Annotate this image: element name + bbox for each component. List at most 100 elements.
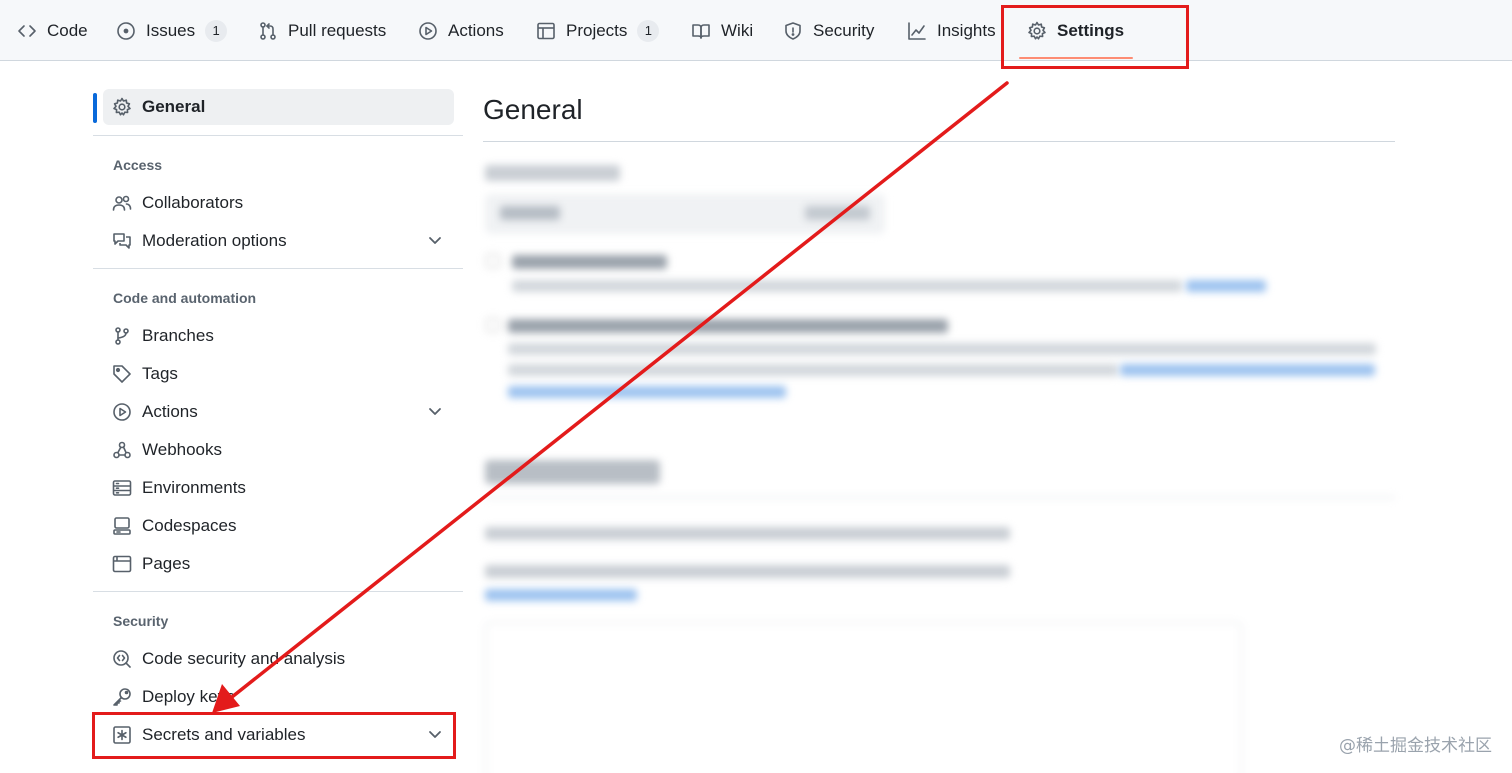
blurred-text [512,255,667,269]
tab-security[interactable]: Security [783,0,874,61]
tab-label: Security [813,20,875,40]
sidebar-item-tags[interactable]: Tags [103,356,454,392]
tab-label: Projects [566,20,628,40]
projects-count-badge: 1 [637,19,660,42]
blurred-text [508,319,948,333]
play-icon [112,402,132,422]
tab-label: Code [47,20,88,40]
tab-label: Actions [448,20,504,40]
blurred-checkbox [486,254,500,268]
sidebar-item-secrets-and-variables[interactable]: Secrets and variables [103,717,454,753]
blurred-preview-box [485,622,1242,773]
chevron-down-icon[interactable] [426,725,444,743]
codescan-icon [112,649,132,669]
tab-label: Pull requests [288,20,387,40]
blurred-rule [485,497,1395,498]
blurred-text [508,364,1118,376]
sidebar-item-label: Moderation options [142,231,287,250]
watermark: @稀土掘金技术社区 [1339,736,1492,756]
tab-settings[interactable]: Settings [1027,0,1124,61]
sidebar-item-label: Pages [142,554,191,573]
gear-icon [1027,21,1047,41]
blurred-link [1186,280,1266,292]
book-icon [691,21,711,41]
title-divider [483,141,1395,142]
sidebar-item-label: Branches [142,326,214,345]
table-icon [536,21,556,41]
blurred-link [1120,364,1375,376]
people-icon [112,193,132,213]
sidebar-item-collaborators[interactable]: Collaborators [103,185,454,221]
codespaces-icon [112,516,132,536]
sidebar-item-codespaces[interactable]: Codespaces [103,508,454,544]
tab-insights[interactable]: Insights [907,0,996,61]
sidebar-item-label: Webhooks [142,440,223,459]
sidebar-item-webhooks[interactable]: Webhooks [103,432,454,468]
browser-icon [112,554,132,574]
play-icon [418,21,438,41]
group-heading-access: Access [113,157,163,173]
shield-icon [783,21,803,41]
blurred-link [508,386,786,398]
webhook-icon [112,440,132,460]
blurred-text [485,527,1010,540]
page-title: General [483,94,583,125]
blurred-label [485,165,620,181]
issue-opened-icon [116,21,136,41]
tab-label: Insights [937,20,996,40]
sidebar-item-label: General [142,97,206,116]
blurred-text [805,206,870,220]
key-asterisk-icon [112,725,132,745]
tab-projects[interactable]: Projects 1 [536,0,660,61]
sidebar-item-label: Code security and analysis [142,649,346,668]
tab-label: Wiki [721,20,754,40]
graph-icon [907,21,927,41]
gear-icon [112,97,132,117]
blurred-text [500,206,560,220]
sidebar-item-label: Actions [142,402,198,421]
comment-discussion-icon [112,231,132,251]
chevron-down-icon[interactable] [426,402,444,420]
sidebar-item-environments[interactable]: Environments [103,470,454,506]
sidebar-item-label: Collaborators [142,193,244,212]
sidebar-divider [93,268,463,269]
blurred-link [485,589,637,601]
blurred-text [485,565,1010,578]
sidebar-item-deploy-keys[interactable]: Deploy keys [103,679,454,715]
sidebar-item-label: Secrets and variables [142,725,306,744]
sidebar-item-branches[interactable]: Branches [103,318,454,354]
sidebar-item-moderation-options[interactable]: Moderation options [103,223,454,259]
tag-icon [112,364,132,384]
active-indicator [93,93,97,123]
sidebar-item-label: Deploy keys [142,687,235,706]
key-icon [112,687,132,707]
issues-count-badge: 1 [205,19,228,42]
sidebar-item-code-security-and-analysis[interactable]: Code security and analysis [103,641,454,677]
sidebar-item-general[interactable]: General [103,89,454,125]
code-icon [17,21,37,41]
sidebar-divider [93,591,463,592]
blurred-heading [485,460,660,484]
tab-issues[interactable]: Issues 1 [116,0,228,61]
tab-code[interactable]: Code [17,0,88,61]
sidebar-item-pages[interactable]: Pages [103,546,454,582]
active-tab-underline [1019,57,1133,59]
sidebar-item-label: Environments [142,478,246,497]
sidebar-item-actions[interactable]: Actions [103,394,454,430]
sidebar-divider [93,135,463,136]
server-icon [112,478,132,498]
tab-label: Issues [146,20,196,40]
group-heading-security: Security [113,613,169,629]
git-branch-icon [112,326,132,346]
tab-actions[interactable]: Actions [418,0,504,61]
blurred-checkbox [486,318,500,332]
sidebar-item-label: Tags [142,364,178,383]
group-heading-code-and-automation: Code and automation [113,290,257,306]
git-pull-request-icon [258,21,278,41]
chevron-down-icon[interactable] [426,231,444,249]
tab-pull-requests[interactable]: Pull requests [258,0,386,61]
blurred-text [508,343,1376,355]
blurred-text [512,280,1182,292]
tab-wiki[interactable]: Wiki [691,0,753,61]
repo-nav: Code Issues 1 Pull requests Actions Proj… [0,0,1512,61]
